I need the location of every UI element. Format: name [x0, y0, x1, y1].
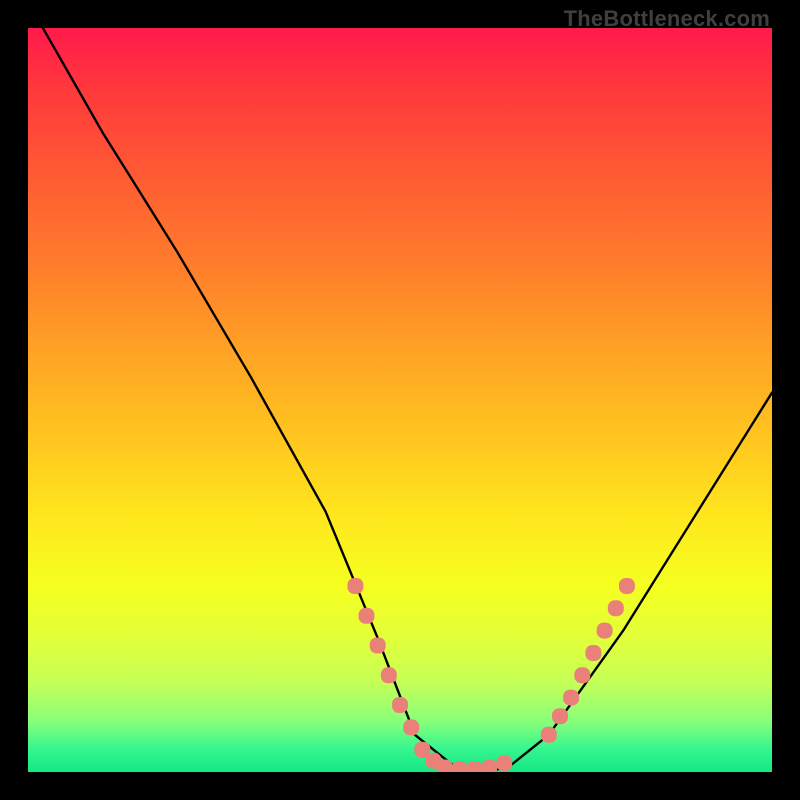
chart-svg — [28, 28, 772, 772]
curve-marker — [597, 623, 613, 639]
curve-marker — [585, 645, 601, 661]
curve-marker — [496, 755, 512, 771]
curve-marker — [392, 697, 408, 713]
curve-marker — [563, 690, 579, 706]
curve-marker — [370, 638, 386, 654]
curve-marker — [608, 600, 624, 616]
curve-marker — [481, 760, 497, 773]
curve-marker — [452, 761, 468, 772]
curve-marker — [347, 578, 363, 594]
curve-marker — [466, 761, 482, 772]
curve-marker — [619, 578, 635, 594]
curve-marker — [437, 760, 453, 773]
curve-marker — [381, 667, 397, 683]
plot-area — [28, 28, 772, 772]
curve-marker — [359, 608, 375, 624]
curve-marker — [552, 708, 568, 724]
curve-marker — [403, 719, 419, 735]
curve-marker — [541, 727, 557, 743]
curve-path — [43, 28, 772, 772]
curve-marker — [574, 667, 590, 683]
chart-frame: TheBottleneck.com — [0, 0, 800, 800]
